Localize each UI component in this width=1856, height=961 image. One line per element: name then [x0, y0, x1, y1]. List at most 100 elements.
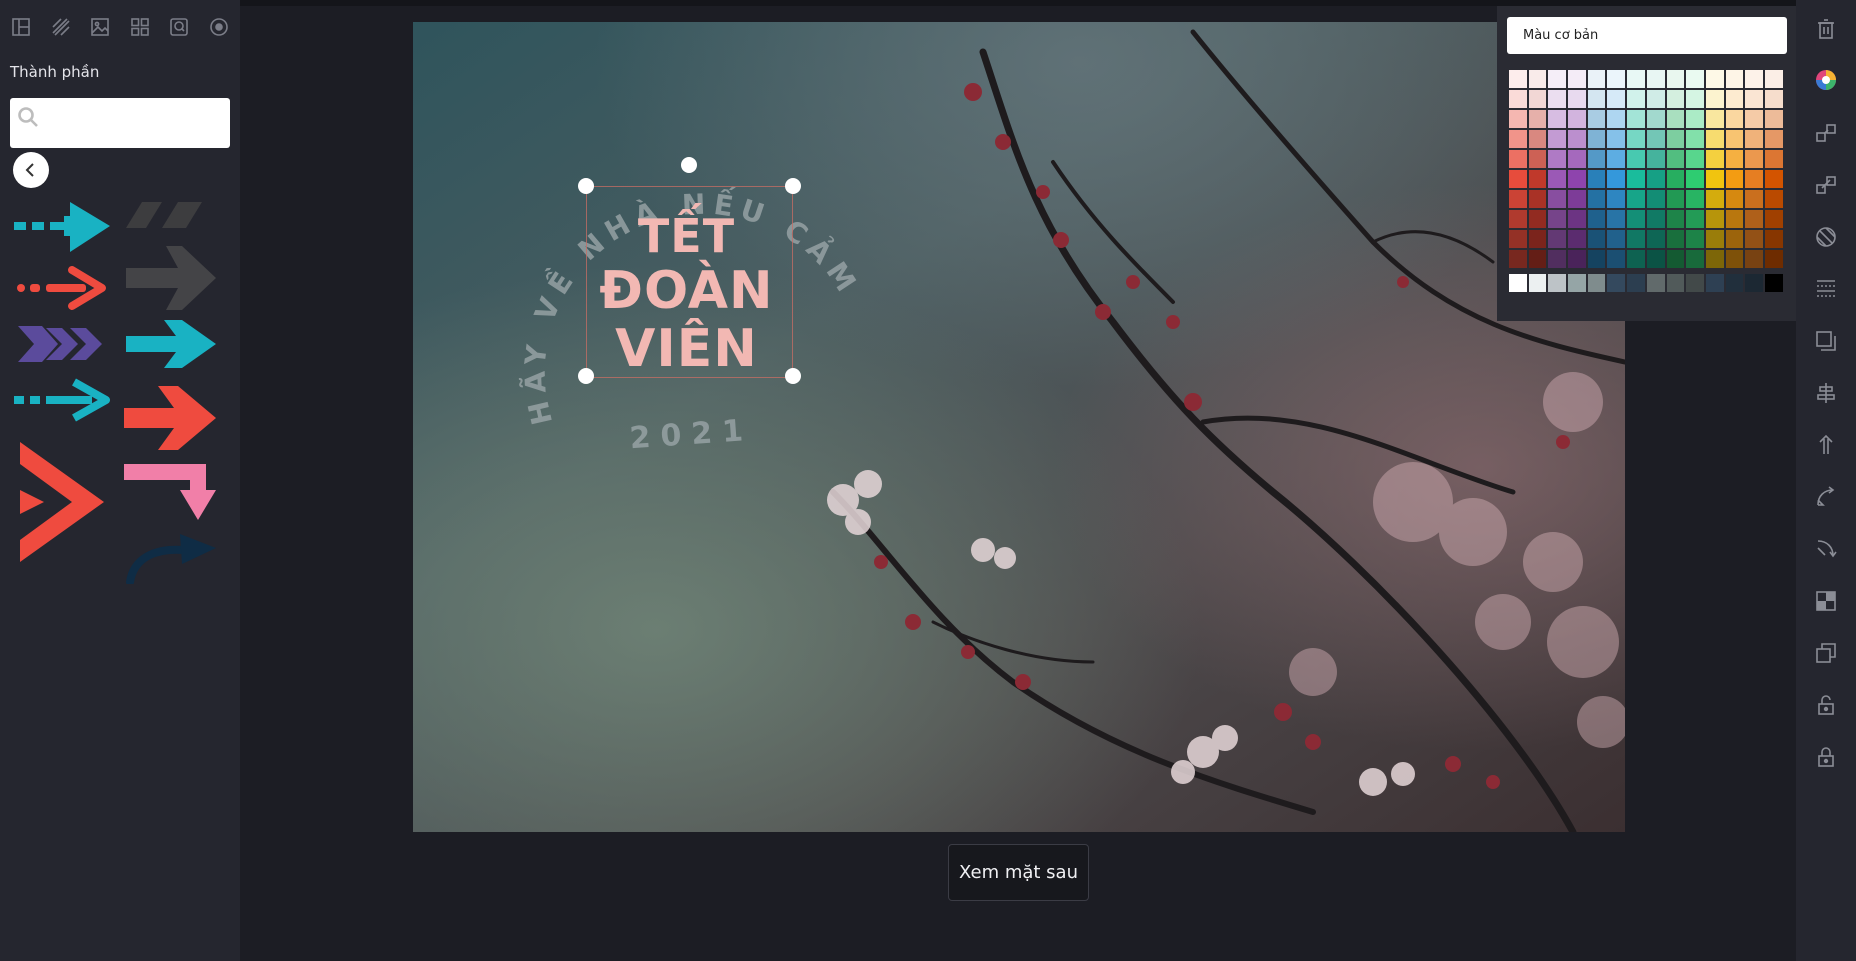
color-swatch[interactable] — [1763, 229, 1784, 249]
color-swatch[interactable] — [1645, 89, 1666, 109]
color-swatch[interactable] — [1586, 229, 1607, 249]
color-swatch[interactable] — [1724, 149, 1745, 169]
shape-big-chevron-red[interactable] — [18, 440, 106, 564]
color-swatch[interactable] — [1763, 149, 1784, 169]
color-swatch[interactable] — [1744, 209, 1764, 229]
color-swatch[interactable] — [1744, 89, 1764, 109]
color-swatch[interactable] — [1704, 69, 1725, 89]
resize-handle-top-left[interactable] — [578, 178, 594, 194]
design-canvas[interactable]: HÃY VỀ NHÀ NẾU CẢM THẤY CÔ ĐƠN 2021 TẾT … — [413, 22, 1625, 832]
color-swatch[interactable] — [1508, 209, 1528, 229]
texture-icon[interactable] — [48, 14, 74, 40]
color-swatch[interactable] — [1567, 273, 1587, 293]
color-swatch[interactable] — [1763, 129, 1784, 149]
color-swatch[interactable] — [1645, 129, 1666, 149]
color-swatch[interactable] — [1724, 229, 1745, 249]
color-swatch[interactable] — [1744, 273, 1764, 293]
color-swatch[interactable] — [1626, 109, 1646, 129]
color-swatch[interactable] — [1744, 129, 1764, 149]
color-swatch[interactable] — [1626, 89, 1646, 109]
color-swatch[interactable] — [1567, 189, 1587, 209]
color-swatch[interactable] — [1665, 89, 1686, 109]
color-swatch[interactable] — [1645, 209, 1666, 229]
color-swatch[interactable] — [1685, 149, 1705, 169]
color-swatch[interactable] — [1626, 229, 1646, 249]
color-swatch[interactable] — [1508, 229, 1528, 249]
color-swatch[interactable] — [1763, 209, 1784, 229]
color-swatch[interactable] — [1567, 89, 1587, 109]
color-swatch[interactable] — [1665, 273, 1686, 293]
color-swatch[interactable] — [1508, 89, 1528, 109]
color-swatch[interactable] — [1704, 249, 1725, 269]
color-swatch[interactable] — [1685, 109, 1705, 129]
color-swatch[interactable] — [1567, 129, 1587, 149]
flip-horizontal-icon[interactable] — [1815, 486, 1837, 508]
color-swatch[interactable] — [1586, 129, 1607, 149]
shape-triple-chevron-purple[interactable] — [16, 324, 108, 364]
align-center-icon[interactable] — [1815, 382, 1837, 404]
color-swatch[interactable] — [1704, 273, 1725, 293]
layout-icon[interactable] — [8, 14, 34, 40]
color-swatch[interactable] — [1527, 149, 1548, 169]
color-swatch[interactable] — [1665, 149, 1686, 169]
color-swatch[interactable] — [1665, 129, 1686, 149]
color-swatch[interactable] — [1763, 249, 1784, 269]
color-swatch[interactable] — [1685, 169, 1705, 189]
view-back-side-button[interactable]: Xem mặt sau — [948, 844, 1089, 901]
color-swatch[interactable] — [1586, 89, 1607, 109]
color-swatch[interactable] — [1626, 273, 1646, 293]
color-swatch[interactable] — [1626, 209, 1646, 229]
color-swatch[interactable] — [1586, 69, 1607, 89]
shape-double-chevron-gray[interactable] — [124, 200, 206, 232]
color-swatch[interactable] — [1626, 189, 1646, 209]
color-swatch[interactable] — [1586, 249, 1607, 269]
color-swatch[interactable] — [1645, 273, 1666, 293]
color-swatch[interactable] — [1704, 89, 1725, 109]
color-swatch[interactable] — [1606, 169, 1627, 189]
color-swatch[interactable] — [1586, 273, 1607, 293]
search-input[interactable] — [46, 104, 224, 140]
color-swatch[interactable] — [1665, 69, 1686, 89]
color-swatch[interactable] — [1547, 89, 1568, 109]
color-swatch[interactable] — [1744, 69, 1764, 89]
color-swatch[interactable] — [1508, 109, 1528, 129]
color-swatch[interactable] — [1724, 249, 1745, 269]
shape-dashed-arrow-teal[interactable] — [12, 200, 112, 254]
color-swatch[interactable] — [1547, 129, 1568, 149]
send-backward-icon[interactable] — [1815, 174, 1837, 196]
color-swatch[interactable] — [1606, 89, 1627, 109]
trash-icon[interactable] — [1815, 18, 1837, 40]
color-swatch[interactable] — [1567, 169, 1587, 189]
color-swatch[interactable] — [1744, 249, 1764, 269]
shape-bold-arrow-teal[interactable] — [124, 318, 218, 370]
color-swatch[interactable] — [1606, 229, 1627, 249]
flip-vertical-icon[interactable] — [1815, 538, 1837, 560]
color-swatch[interactable] — [1645, 69, 1666, 89]
color-swatch[interactable] — [1606, 109, 1627, 129]
color-swatch[interactable] — [1606, 273, 1627, 293]
color-swatch[interactable] — [1724, 129, 1745, 149]
color-swatch[interactable] — [1724, 69, 1745, 89]
color-swatch[interactable] — [1547, 189, 1568, 209]
color-swatch[interactable] — [1527, 129, 1548, 149]
color-swatch[interactable] — [1744, 109, 1764, 129]
color-swatch[interactable] — [1606, 149, 1627, 169]
lock-icon[interactable] — [1815, 694, 1837, 716]
back-button[interactable] — [13, 152, 49, 188]
color-swatch[interactable] — [1547, 69, 1568, 89]
color-swatch[interactable] — [1547, 169, 1568, 189]
color-swatch[interactable] — [1665, 189, 1686, 209]
color-swatch[interactable] — [1527, 273, 1548, 293]
move-up-icon[interactable] — [1815, 434, 1837, 456]
crop-icon[interactable] — [1815, 590, 1837, 612]
shape-dashed-arrow-red[interactable] — [14, 264, 110, 312]
color-swatch[interactable] — [1567, 229, 1587, 249]
color-swatch[interactable] — [1665, 229, 1686, 249]
color-swatch[interactable] — [1527, 109, 1548, 129]
grid-icon[interactable] — [127, 14, 153, 40]
color-swatch[interactable] — [1724, 209, 1745, 229]
color-swatch[interactable] — [1744, 149, 1764, 169]
color-swatch[interactable] — [1744, 189, 1764, 209]
color-swatch[interactable] — [1626, 69, 1646, 89]
color-swatch[interactable] — [1527, 89, 1548, 109]
